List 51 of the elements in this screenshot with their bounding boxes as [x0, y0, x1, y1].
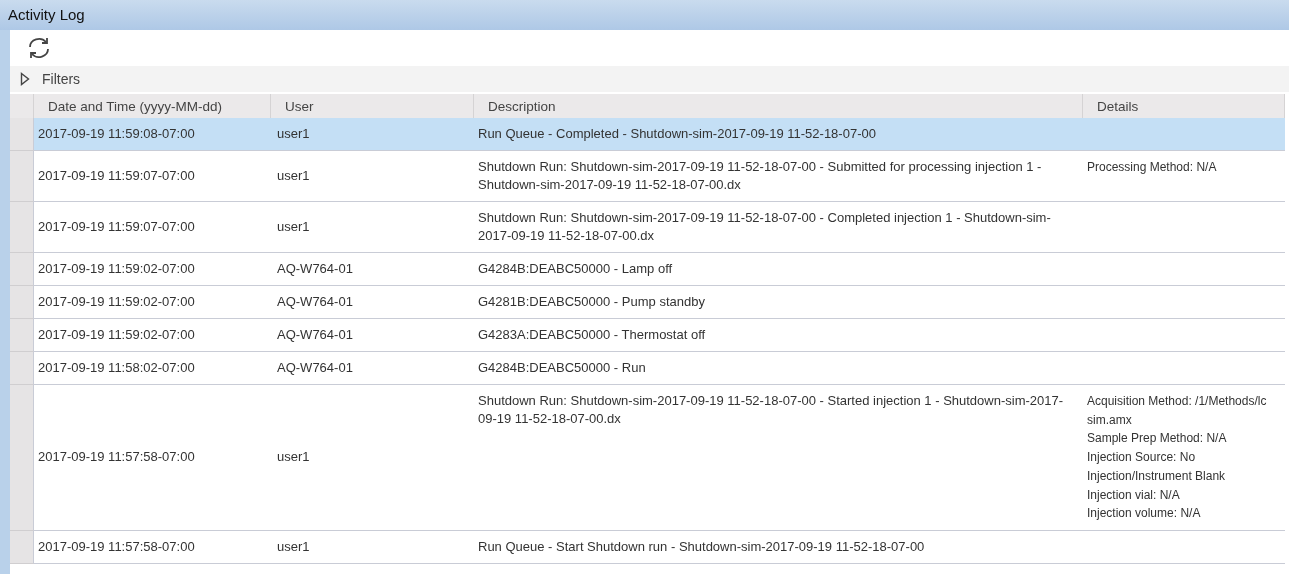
row-header[interactable]	[10, 385, 34, 531]
window-title: Activity Log	[8, 6, 85, 24]
header-corner	[10, 94, 34, 118]
row-header[interactable]	[10, 352, 34, 385]
table-cell: AQ-W764-01	[271, 319, 474, 352]
table-cell: 2017-09-19 11:59:07-07:00	[34, 202, 271, 253]
detail-text: Processing Method: N/A	[1087, 159, 1218, 176]
refresh-icon[interactable]	[26, 36, 52, 60]
table-cell: user1	[271, 530, 474, 564]
table-cell: user1	[271, 202, 474, 253]
row-header[interactable]	[10, 253, 34, 286]
table-cell: 2017-09-19 11:59:07-07:00	[34, 151, 271, 202]
table-cell: G4284B:DEABC50000 - Run	[474, 352, 1083, 385]
table-cell: 2017-09-19 11:59:02-07:00	[34, 286, 271, 319]
table-cell: G4284B:DEABC50000 - Lamp off	[474, 253, 1083, 286]
table-cell: user1	[271, 151, 474, 202]
table-cell: AQ-W764-01	[271, 253, 474, 286]
table-cell: 2017-09-19 11:59:08-07:00	[34, 118, 271, 151]
table-cell: AQ-W764-01	[271, 352, 474, 385]
expander-icon[interactable]	[20, 72, 30, 86]
filters-label[interactable]: Filters	[42, 71, 81, 87]
table-cell: Shutdown Run: Shutdown-sim-2017-09-19 11-52-18-07-00 - Started injection 1 - Shutdown-sim-2017-09-19 11-52-18-07-00.dx	[474, 385, 1083, 531]
table-cell: Run Queue - Completed - Shutdown-sim-2017-09-19 11-52-18-07-00	[474, 118, 1083, 151]
column-header[interactable]: Description	[474, 94, 1083, 118]
detail-text: Injection volume: N/A	[1087, 505, 1202, 523]
row-header[interactable]	[10, 286, 34, 319]
column-header[interactable]: Details	[1083, 94, 1285, 118]
row-header[interactable]	[10, 202, 34, 253]
table-cell: 2017-09-19 11:57:58-07:00	[34, 385, 271, 531]
table-cell: G4281B:DEABC50000 - Pump standby	[474, 286, 1083, 319]
table-cell: user1	[271, 118, 474, 151]
row-header[interactable]	[10, 118, 34, 151]
row-header[interactable]	[10, 530, 34, 564]
detail-text: Injection Source: No Injection/Instrument Blank	[1087, 449, 1227, 485]
table-cell: AQ-W764-01	[271, 286, 474, 319]
table-cell: 2017-09-19 11:59:02-07:00	[34, 319, 271, 352]
row-header[interactable]	[10, 151, 34, 202]
table-cell: 2017-09-19 11:59:02-07:00	[34, 253, 271, 286]
table-cell: 2017-09-19 11:57:58-07:00	[34, 530, 271, 564]
table-cell: Shutdown Run: Shutdown-sim-2017-09-19 11-52-18-07-00 - Completed injection 1 - Shutdown-sim-2017-09-19 11-52-18-07-00.dx	[474, 202, 1083, 253]
column-header[interactable]: User	[271, 94, 474, 118]
table-cell: Run Queue - Start Shutdown run - Shutdown-sim-2017-09-19 11-52-18-07-00	[474, 530, 1083, 564]
table-cell: user1	[271, 385, 474, 531]
column-header[interactable]: Date and Time (yyyy-MM-dd)	[34, 94, 271, 118]
detail-text: Injection vial: N/A	[1087, 486, 1181, 504]
table-cell: Shutdown Run: Shutdown-sim-2017-09-19 11-52-18-07-00 - Submitted for processing injection 1 - Shutdown-sim-2017-09-19 11-52-18-07-00.dx	[474, 151, 1083, 202]
table-cell: 2017-09-19 11:58:02-07:00	[34, 352, 271, 385]
detail-text: Sample Prep Method: N/A	[1087, 430, 1228, 448]
detail-text: Acquisition Method: /1/Methods/lc sim.amx	[1087, 393, 1268, 429]
table-cell: G4283A:DEABC50000 - Thermostat off	[474, 319, 1083, 352]
row-header[interactable]	[10, 319, 34, 352]
